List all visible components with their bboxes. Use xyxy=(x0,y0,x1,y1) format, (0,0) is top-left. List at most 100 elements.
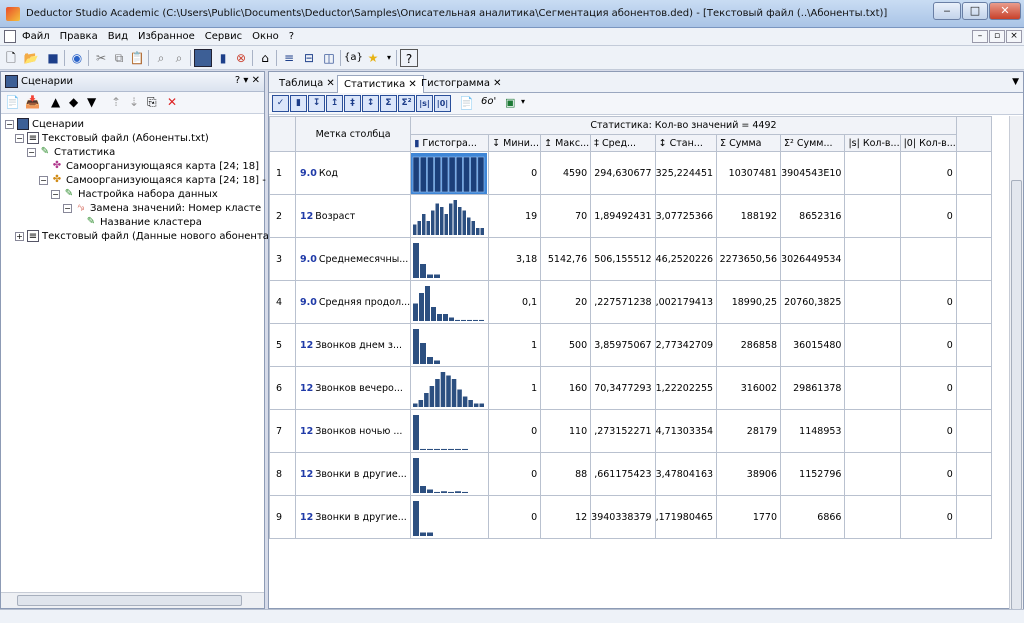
panel-controls[interactable]: ? ▾ ✕ xyxy=(235,75,260,86)
table-row[interactable]: 2 12 Возраст 19 70 1,89492431 3,07725366 188192… xyxy=(269,194,992,238)
menu-window[interactable]: Окно xyxy=(252,31,279,42)
tree-item-scenarios[interactable]: − Сценарии xyxy=(5,118,84,130)
handlers-icon[interactable]: ▲ xyxy=(51,95,60,109)
new-icon[interactable]: 🗋 xyxy=(2,49,20,67)
tree-item-statistics[interactable]: − ✎ Статистика xyxy=(27,146,115,158)
collapse-icon[interactable]: − xyxy=(15,133,24,143)
table-icon[interactable]: ◫ xyxy=(320,49,338,67)
minimize-button[interactable]: ‒ xyxy=(933,2,961,20)
table-row[interactable]: 8 12 Звонки в другие... 0 88,661175423 3,4780… xyxy=(269,452,992,496)
move-up-icon[interactable]: ⇡ xyxy=(111,95,121,109)
properties-icon[interactable]: 📄 xyxy=(5,95,20,109)
sum-squares-toggle-icon[interactable]: Σ² xyxy=(398,95,415,112)
min-value: 1 xyxy=(488,366,542,410)
cut-icon[interactable]: ✂ xyxy=(92,49,110,67)
col-empty-count[interactable]: |0| Кол-в... xyxy=(899,134,957,152)
wizard-icon[interactable]: ▮ xyxy=(214,49,232,67)
table-row[interactable]: 7 12 Звонков ночью ... 0 110,273152271 4,7130… xyxy=(269,409,992,453)
menu-help[interactable]: ? xyxy=(289,31,294,42)
menu-edit[interactable]: Правка xyxy=(60,31,98,42)
col-sum-squares[interactable]: Σ² Сумм... xyxy=(780,134,846,152)
histogram-toggle-icon[interactable]: ▮ xyxy=(290,95,307,112)
copy-icon[interactable]: ⧉ xyxy=(110,49,128,67)
globe-icon[interactable]: ◉ xyxy=(68,49,86,67)
tree-item-som-1[interactable]: ✤ Самоорганизующаяся карта [24; 18] xyxy=(51,160,259,172)
variables-icon[interactable]: {a} xyxy=(344,49,363,67)
find-icon[interactable]: ⌕ xyxy=(152,49,170,67)
horizontal-scrollbar[interactable] xyxy=(1,592,264,608)
vertical-scrollbar[interactable] xyxy=(1009,116,1023,610)
visualizer-icon[interactable]: ◆ xyxy=(69,95,78,109)
col-max[interactable]: ↥ Макс... xyxy=(540,134,592,152)
tabs-dropdown-icon[interactable]: ▼ xyxy=(1012,77,1019,87)
home-icon[interactable]: ⌂ xyxy=(256,49,274,67)
min-toggle-icon[interactable]: ↧ xyxy=(308,95,325,112)
tab-histogram[interactable]: Гистограмма ✕ xyxy=(415,75,508,93)
menu-file[interactable]: Файл xyxy=(22,31,50,42)
menu-view[interactable]: Вид xyxy=(108,31,128,42)
paste-icon[interactable]: 📋 xyxy=(128,49,146,67)
unique-count-toggle-icon[interactable]: |s| xyxy=(416,95,433,112)
find-next-icon[interactable]: ⌕ xyxy=(170,49,188,67)
table-row[interactable]: 9 12 Звонки в другие... 0 12 3940338379,17198… xyxy=(269,495,992,539)
collapse-icon[interactable]: − xyxy=(5,119,14,129)
std-toggle-icon[interactable]: ↕ xyxy=(362,95,379,112)
col-sum[interactable]: Σ Сумма xyxy=(716,134,782,152)
tree-item-dataset-setup[interactable]: − ✎ Настройка набора данных xyxy=(51,188,218,200)
menu-favorites[interactable]: Избранное xyxy=(138,31,195,42)
tree-item-subscribers-file[interactable]: − ≡ Текстовый файл (Абоненты.txt) xyxy=(15,132,209,144)
settings-icon[interactable]: 📄 xyxy=(459,96,474,110)
col-min[interactable]: ↧ Мини... xyxy=(488,134,542,152)
scrollbar-thumb[interactable] xyxy=(1011,180,1022,610)
expand-icon[interactable]: + xyxy=(15,231,24,241)
tree-item-som-2[interactable]: − ✤ Самоорганизующаяся карта [24; 18] - xyxy=(39,174,266,186)
mean-toggle-icon[interactable]: ‡ xyxy=(344,95,361,112)
run-icon[interactable]: ⊗ xyxy=(232,49,250,67)
mdi-minimize-button[interactable]: – xyxy=(972,30,988,43)
maximize-button[interactable]: □ xyxy=(962,2,988,20)
empty-count-toggle-icon[interactable]: |0| xyxy=(434,95,451,112)
table-row[interactable]: 5 12 Звонков днем з... 1 500 3,85975067 2,7734… xyxy=(269,323,992,367)
col-std[interactable]: ↕ Стан... xyxy=(654,134,718,152)
tree-icon[interactable]: ≡ xyxy=(280,49,298,67)
import-icon[interactable]: 📥 xyxy=(25,95,40,109)
tree-item-new-subscriber-file[interactable]: + ≡ Текстовый файл (Данные нового абонен… xyxy=(15,230,269,242)
connect-icon[interactable]: ⎘ xyxy=(147,95,157,110)
close-button[interactable]: ✕ xyxy=(989,2,1021,20)
label-column-header[interactable]: Метка столбца xyxy=(294,116,412,152)
collapse-icon[interactable]: − xyxy=(63,203,72,213)
excel-export-icon[interactable]: ▣ xyxy=(505,96,515,109)
col-mean[interactable]: ‡ Сред... xyxy=(590,134,656,152)
sum-toggle-icon[interactable]: Σ xyxy=(380,95,397,112)
collapse-icon[interactable]: − xyxy=(39,175,48,185)
mdi-restore-button[interactable]: ▫ xyxy=(989,30,1005,43)
mdi-close-button[interactable]: × xyxy=(1006,30,1022,43)
export-dropdown-icon[interactable]: ▾ xyxy=(521,97,525,106)
max-toggle-icon[interactable]: ↥ xyxy=(326,95,343,112)
table-row[interactable]: 4 9.0 Средняя продол... 0,1 20,227571238,002… xyxy=(269,280,992,324)
collapse-icon[interactable]: − xyxy=(27,147,36,157)
open-icon[interactable]: 📂 xyxy=(22,49,40,67)
table-row[interactable]: 1 9.0 Код 0 4590 294,630677 325,224451 10307481… xyxy=(269,151,992,195)
delete-icon[interactable]: ✕ xyxy=(167,95,177,109)
tree-item-replace-values[interactable]: − ᴬᵦ Замена значений: Номер класте xyxy=(63,202,261,214)
table-row[interactable]: 6 12 Звонков вечеро... 1 160 70,3477293 1,2220… xyxy=(269,366,992,410)
col-histogram[interactable]: ▮ Гистогра... xyxy=(410,134,490,152)
check-icon[interactable]: ✓ xyxy=(272,95,289,112)
table-row[interactable]: 3 9.0 Среднемесячны... 3,18 5142,76 506,15551… xyxy=(269,237,992,281)
grid-icon[interactable]: ⊟ xyxy=(300,49,318,67)
collapse-icon[interactable]: − xyxy=(51,189,60,199)
menu-service[interactable]: Сервис xyxy=(205,31,242,42)
glasses-icon[interactable]: 6o' xyxy=(481,96,496,107)
move-down-icon[interactable]: ⇣ xyxy=(129,95,139,109)
tab-statistics[interactable]: Статистика ✕ xyxy=(337,75,424,93)
export-icon[interactable]: ▼ xyxy=(87,95,96,109)
scenarios-icon[interactable] xyxy=(194,49,212,67)
save-icon[interactable]: ■ xyxy=(44,49,62,67)
scrollbar-thumb[interactable] xyxy=(17,595,242,606)
col-unique-count[interactable]: |s| Кол-в... xyxy=(844,134,901,152)
tab-table[interactable]: Таблица ✕ xyxy=(273,75,341,93)
document-icon[interactable] xyxy=(4,30,16,43)
tree-item-cluster-name[interactable]: ✎ Название кластера xyxy=(85,216,202,228)
help-icon[interactable]: ? xyxy=(400,49,418,67)
